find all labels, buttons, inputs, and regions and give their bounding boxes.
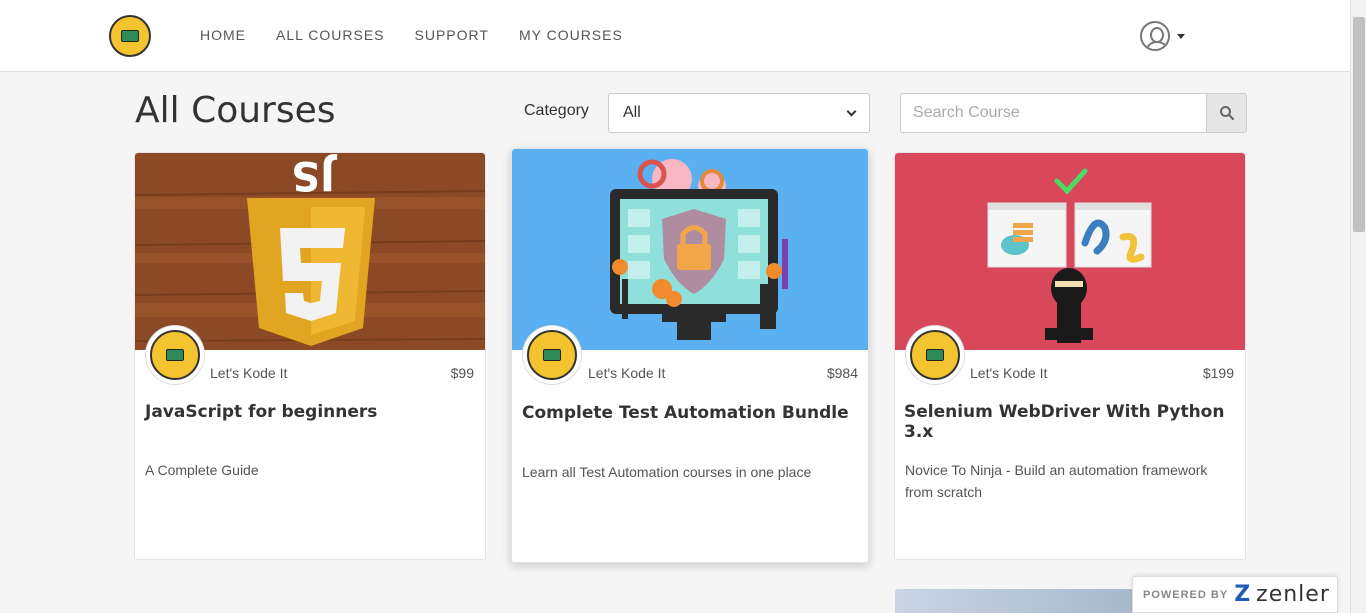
javascript-shield-image: JS — [135, 153, 485, 350]
course-description: Learn all Test Automation courses in one… — [522, 464, 812, 480]
zenler-brand-name: zenler — [1256, 582, 1330, 607]
security-illustration-image — [512, 149, 868, 350]
nav-my-courses[interactable]: MY COURSES — [519, 27, 623, 43]
caret-down-icon[interactable] — [1177, 33, 1185, 39]
chevron-down-icon — [846, 106, 857, 116]
course-card-partial[interactable] — [895, 589, 1135, 613]
nav-all-courses[interactable]: ALL COURSES — [276, 27, 385, 43]
page-title: All Courses — [135, 90, 336, 131]
course-title[interactable]: JavaScript for beginners — [145, 402, 377, 422]
laptop-icon — [926, 349, 944, 361]
course-price: $199 — [1202, 365, 1234, 381]
author-avatar — [523, 326, 581, 384]
course-title[interactable]: Selenium WebDriver With Python 3.x — [904, 402, 1245, 442]
course-title[interactable]: Complete Test Automation Bundle — [522, 403, 849, 423]
course-card[interactable]: JS Let's Kode It $99 JavaScript for begi… — [134, 152, 486, 560]
user-menu[interactable] — [1140, 21, 1185, 51]
scrollbar-thumb[interactable] — [1353, 17, 1365, 232]
logo-laptop-icon — [121, 30, 139, 42]
svg-text:JS: JS — [291, 153, 338, 198]
search-icon — [1219, 106, 1234, 121]
course-thumbnail-javascript[interactable]: JS — [135, 153, 485, 350]
site-logo[interactable] — [109, 15, 151, 57]
laptop-icon — [166, 349, 184, 361]
lets-kode-it-logo — [527, 330, 577, 380]
course-price: $99 — [450, 365, 474, 381]
powered-by-badge[interactable]: POWERED BY Z zenler — [1132, 576, 1338, 613]
main-nav: HOME ALL COURSES SUPPORT MY COURSES — [200, 27, 653, 43]
course-author: Let's Kode It — [588, 365, 666, 381]
powered-by-label: POWERED BY — [1143, 588, 1229, 601]
category-select-value: All — [623, 104, 641, 121]
laptop-icon — [543, 349, 561, 361]
nav-home[interactable]: HOME — [200, 27, 246, 43]
category-label: Category — [524, 102, 589, 119]
search-bar — [900, 93, 1247, 133]
course-card[interactable]: Let's Kode It $984 Complete Test Automat… — [511, 148, 869, 563]
zenler-logo-icon: Z — [1234, 582, 1251, 607]
search-input[interactable] — [900, 93, 1207, 133]
course-thumbnail-test-automation[interactable] — [512, 149, 868, 350]
course-description: Novice To Ninja - Build an automation fr… — [905, 462, 1208, 500]
nav-support[interactable]: SUPPORT — [415, 27, 489, 43]
lets-kode-it-logo — [910, 330, 960, 380]
course-author: Let's Kode It — [210, 365, 288, 381]
user-avatar-icon[interactable] — [1140, 21, 1170, 51]
course-price: $984 — [826, 365, 858, 381]
course-thumbnail-selenium[interactable] — [895, 153, 1245, 350]
lets-kode-it-logo — [150, 330, 200, 380]
course-author: Let's Kode It — [970, 365, 1048, 381]
author-avatar — [906, 326, 964, 384]
author-avatar — [146, 326, 204, 384]
search-button[interactable] — [1207, 93, 1247, 133]
course-description: A Complete Guide — [145, 462, 259, 478]
top-header: HOME ALL COURSES SUPPORT MY COURSES — [0, 0, 1350, 72]
course-card[interactable]: Let's Kode It $199 Selenium WebDriver Wi… — [894, 152, 1246, 560]
selenium-ninja-image — [895, 153, 1245, 350]
page-scrollbar[interactable] — [1350, 0, 1366, 613]
category-select[interactable]: All — [608, 93, 870, 133]
